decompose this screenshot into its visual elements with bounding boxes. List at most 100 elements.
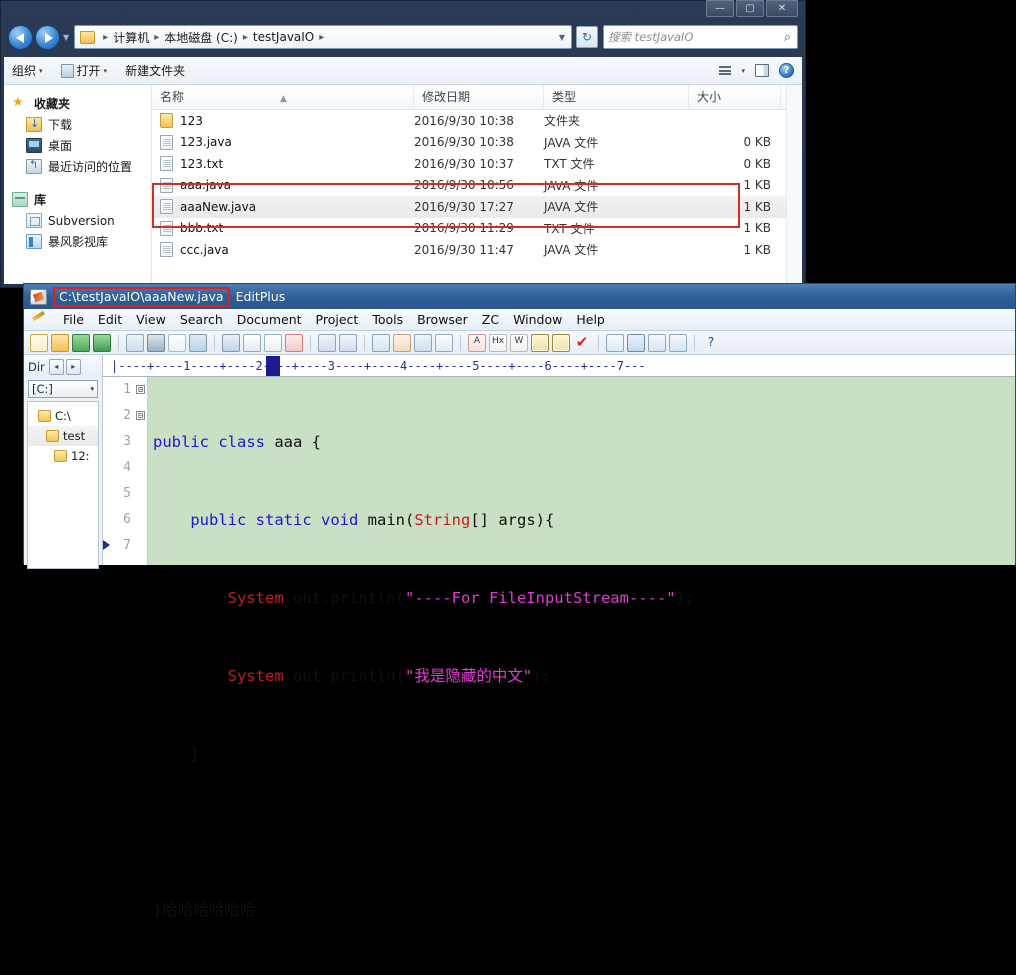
file-icon [160, 220, 173, 236]
search-icon[interactable]: ⌕ [784, 30, 791, 45]
hex-view-icon[interactable]: Hx [489, 333, 507, 352]
table-row[interactable]: aaa.java 2016/9/30 10:56 JAVA 文件 1 KB [152, 175, 802, 197]
fold-toggle-icon[interactable]: ⊟ [136, 411, 145, 420]
tree-item-123[interactable]: 12: [28, 446, 98, 466]
print-preview-icon[interactable] [126, 333, 144, 352]
goto-line-icon[interactable] [414, 333, 432, 352]
table-row[interactable]: ccc.java 2016/9/30 11:47 JAVA 文件 1 KB [152, 239, 802, 261]
sidebar-item-subversion[interactable]: Subversion [4, 210, 151, 231]
column-header-size[interactable]: 大小 [689, 85, 781, 110]
tree-item-root[interactable]: C:\ [28, 406, 98, 426]
html-tag-icon[interactable] [189, 333, 207, 352]
explorer-titlebar[interactable]: — ▢ ✕ [0, 0, 804, 22]
open-file-icon[interactable] [51, 333, 69, 352]
open-label: 打开 [76, 64, 101, 78]
forward-icon[interactable] [35, 24, 60, 50]
column-header-type[interactable]: 类型 [544, 85, 689, 110]
table-row[interactable]: aaaNew.java 2016/9/30 17:27 JAVA 文件 1 KB [152, 196, 802, 218]
line-number-row: 3 [103, 429, 147, 455]
delete-icon[interactable] [285, 333, 303, 352]
help-icon[interactable]: ? [779, 63, 794, 78]
cut-icon[interactable] [222, 333, 240, 352]
new-file-icon[interactable] [30, 333, 48, 352]
browser-preview-icon[interactable] [648, 333, 666, 352]
address-dropdown-icon[interactable]: ▼ [559, 33, 565, 42]
chevron-down-icon[interactable]: ▾ [741, 67, 745, 75]
search-input[interactable]: 搜索 testJavaIO ⌕ [603, 25, 798, 49]
find-icon[interactable] [372, 333, 390, 352]
menu-search[interactable]: Search [173, 310, 230, 329]
file-name-cell: 123.txt [152, 156, 414, 172]
redo-icon[interactable] [339, 333, 357, 352]
column-header-name[interactable]: 名称 ▲ [152, 85, 414, 110]
table-row[interactable]: 123 2016/9/30 10:38 文件夹 [152, 110, 802, 132]
breadcrumb-computer[interactable]: 计算机 [112, 29, 150, 46]
preview-pane-icon[interactable] [755, 64, 769, 77]
address-bar[interactable]: ▸ 计算机 ▸ 本地磁盘 (C:) ▸ testJavaIO ▸ ▼ [74, 25, 572, 49]
match-case-icon[interactable] [552, 333, 570, 352]
save-all-icon[interactable] [93, 333, 111, 352]
menu-document[interactable]: Document [230, 310, 309, 329]
menu-tools[interactable]: Tools [365, 310, 410, 329]
line-number-row: 5 [103, 481, 147, 507]
new-folder-button[interactable]: 新建文件夹 [125, 62, 185, 79]
window-split-icon[interactable] [627, 333, 645, 352]
download-icon [26, 117, 42, 132]
undo-icon[interactable] [318, 333, 336, 352]
check-icon[interactable]: ✔ [573, 334, 591, 352]
external-preview-icon[interactable] [669, 333, 687, 352]
dir-prev-button[interactable]: ◂ [48, 359, 64, 375]
sidebar-item-favorites[interactable]: ★ 收藏夹 [4, 93, 151, 114]
font-icon[interactable]: A [468, 333, 486, 352]
sidebar-item-downloads[interactable]: 下载 [4, 114, 151, 135]
table-row[interactable]: bbb.txt 2016/9/30 11:29 TXT 文件 1 KB [152, 218, 802, 240]
minimize-button[interactable]: — [706, 0, 734, 17]
dir-next-button[interactable]: ▸ [65, 359, 81, 375]
column-header-date[interactable]: 修改日期 [414, 85, 544, 110]
menu-zc[interactable]: ZC [475, 310, 506, 329]
back-icon[interactable] [8, 24, 33, 50]
file-list-scrollbar[interactable] [786, 85, 802, 284]
menu-project[interactable]: Project [309, 310, 366, 329]
breadcrumb-testjavaio[interactable]: testJavaIO [252, 30, 315, 44]
refresh-icon[interactable]: ↻ [576, 26, 598, 48]
word-wrap-icon[interactable]: W [510, 333, 528, 352]
code-text-area[interactable]: public class aaa { public static void ma… [149, 377, 1015, 919]
sidebar-item-libraries[interactable]: 库 [4, 189, 151, 210]
menu-file[interactable]: File [56, 310, 91, 329]
print-icon[interactable] [147, 333, 165, 352]
save-icon[interactable] [72, 333, 90, 352]
change-view-icon[interactable] [719, 66, 732, 75]
paste-icon[interactable] [264, 333, 282, 352]
indent-icon[interactable] [435, 333, 453, 352]
table-row[interactable]: 123.java 2016/9/30 10:38 JAVA 文件 0 KB [152, 132, 802, 154]
menu-browser[interactable]: Browser [410, 310, 475, 329]
fold-toggle-icon[interactable]: ⊟ [136, 385, 145, 394]
breadcrumb-local-disk[interactable]: 本地磁盘 (C:) [163, 29, 239, 46]
table-row[interactable]: 123.txt 2016/9/30 10:37 TXT 文件 0 KB [152, 153, 802, 175]
replace-icon[interactable] [393, 333, 411, 352]
drive-select[interactable]: [C:] ▾ [28, 380, 98, 398]
context-help-icon[interactable]: ? [702, 334, 720, 352]
menu-view[interactable]: View [129, 310, 173, 329]
spellcheck-icon[interactable] [168, 333, 186, 352]
editplus-titlebar[interactable]: C:\testJavaIO\aaaNew.java EditPlus [24, 284, 1015, 309]
organize-button[interactable]: 组织 ▾ [12, 62, 43, 79]
menu-window[interactable]: Window [506, 310, 569, 329]
line-number-row: 1 ⊟ [103, 377, 147, 403]
document-list-icon[interactable] [606, 333, 624, 352]
line-numbers-icon[interactable] [531, 333, 549, 352]
sidebar-item-recent-places[interactable]: 最近访问的位置 [4, 156, 151, 177]
open-button[interactable]: 打开 ▾ [60, 62, 107, 79]
menu-edit[interactable]: Edit [91, 310, 129, 329]
maximize-button[interactable]: ▢ [736, 0, 764, 17]
close-button[interactable]: ✕ [766, 0, 798, 17]
file-type-cell: 文件夹 [544, 114, 581, 129]
menu-help[interactable]: Help [569, 310, 612, 329]
chevron-down-icon[interactable]: ▼ [63, 33, 69, 42]
sidebar-item-baofeng[interactable]: 暴风影视库 [4, 231, 151, 252]
tree-item-test[interactable]: test [28, 426, 98, 446]
copy-icon[interactable] [243, 333, 261, 352]
ruler-cursor-marker [266, 356, 280, 376]
sidebar-item-desktop[interactable]: 桌面 [4, 135, 151, 156]
